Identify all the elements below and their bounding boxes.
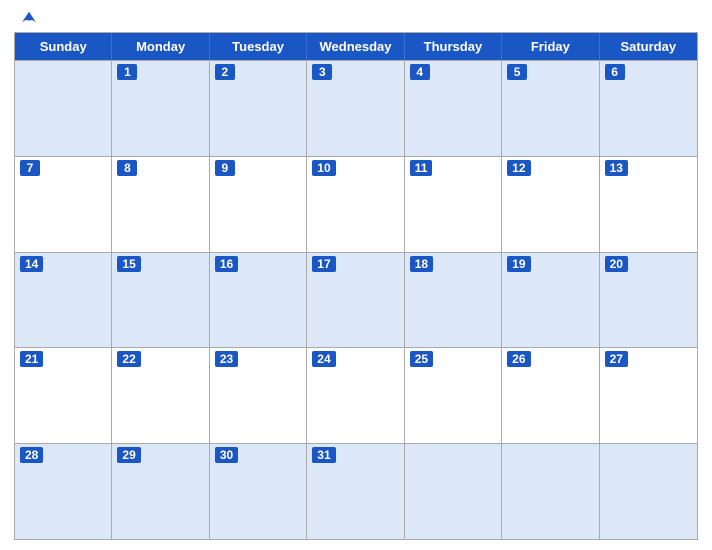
day-header-thursday: Thursday [405,33,502,60]
day-number: 13 [605,160,628,176]
day-number: 17 [312,256,335,272]
day-cell: 5 [502,61,599,156]
day-number: 29 [117,447,140,463]
day-cell: 7 [15,157,112,252]
day-cell [15,61,112,156]
day-number: 25 [410,351,433,367]
day-number: 28 [20,447,43,463]
day-cell: 22 [112,348,209,443]
day-number: 19 [507,256,530,272]
day-header-sunday: Sunday [15,33,112,60]
day-number: 22 [117,351,140,367]
logo-bird-icon [20,10,38,26]
day-cell: 13 [600,157,697,252]
week-row-2: 14 15 16 17 18 19 20 [15,252,697,348]
day-header-tuesday: Tuesday [210,33,307,60]
day-cell: 3 [307,61,404,156]
day-number: 2 [215,64,235,80]
header [14,10,698,26]
day-cell: 2 [210,61,307,156]
week-row-1: 7 8 9 10 11 12 13 [15,156,697,252]
day-number: 14 [20,256,43,272]
day-cell: 27 [600,348,697,443]
day-cell: 30 [210,444,307,539]
week-row-3: 21 22 23 24 25 26 27 [15,347,697,443]
day-number: 27 [605,351,628,367]
calendar: SundayMondayTuesdayWednesdayThursdayFrid… [14,32,698,540]
day-number: 5 [507,64,527,80]
day-header-monday: Monday [112,33,209,60]
logo [14,10,38,26]
week-row-4: 28 29 30 31 [15,443,697,539]
day-number: 24 [312,351,335,367]
day-header-saturday: Saturday [600,33,697,60]
day-number: 9 [215,160,235,176]
day-number: 6 [605,64,625,80]
day-number: 23 [215,351,238,367]
day-cell: 10 [307,157,404,252]
day-cell: 16 [210,253,307,348]
day-cell: 11 [405,157,502,252]
day-cell: 14 [15,253,112,348]
day-cell: 6 [600,61,697,156]
calendar-header-row: SundayMondayTuesdayWednesdayThursdayFrid… [15,33,697,60]
day-cell: 8 [112,157,209,252]
day-cell: 31 [307,444,404,539]
week-row-0: 1 2 3 4 5 6 [15,60,697,156]
day-header-wednesday: Wednesday [307,33,404,60]
day-number: 20 [605,256,628,272]
day-cell [502,444,599,539]
day-cell: 25 [405,348,502,443]
day-number: 3 [312,64,332,80]
day-cell: 9 [210,157,307,252]
day-number: 21 [20,351,43,367]
day-number: 26 [507,351,530,367]
day-number: 12 [507,160,530,176]
day-cell: 24 [307,348,404,443]
calendar-body: 1234567891011121314151617181920212223242… [15,60,697,539]
day-number: 7 [20,160,40,176]
day-number: 1 [117,64,137,80]
day-number: 15 [117,256,140,272]
day-cell: 19 [502,253,599,348]
day-cell: 18 [405,253,502,348]
day-cell: 17 [307,253,404,348]
day-number: 31 [312,447,335,463]
day-number: 30 [215,447,238,463]
day-cell: 12 [502,157,599,252]
page: SundayMondayTuesdayWednesdayThursdayFrid… [0,0,712,550]
day-cell: 20 [600,253,697,348]
day-cell: 26 [502,348,599,443]
day-number: 4 [410,64,430,80]
day-number: 10 [312,160,335,176]
day-number: 18 [410,256,433,272]
day-number: 16 [215,256,238,272]
day-number: 8 [117,160,137,176]
day-cell: 1 [112,61,209,156]
day-cell: 21 [15,348,112,443]
day-cell: 23 [210,348,307,443]
day-cell [600,444,697,539]
day-cell: 15 [112,253,209,348]
day-cell: 4 [405,61,502,156]
day-cell: 29 [112,444,209,539]
day-cell [405,444,502,539]
day-cell: 28 [15,444,112,539]
day-number: 11 [410,160,433,176]
day-header-friday: Friday [502,33,599,60]
